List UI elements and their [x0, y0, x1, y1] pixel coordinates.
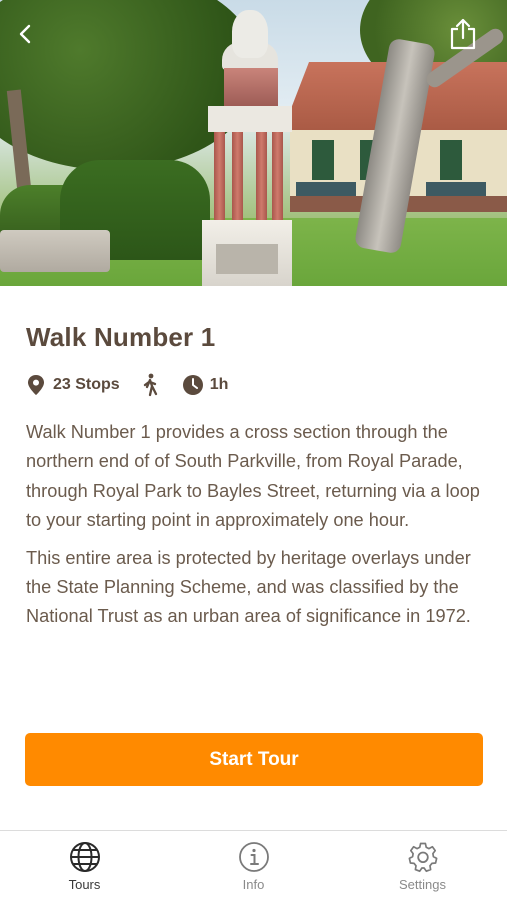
tour-description: Walk Number 1 provides a cross section t…: [26, 418, 488, 640]
stops-label: 23 Stops: [53, 376, 120, 393]
walking-mode: [140, 373, 160, 397]
tab-info-label: Info: [242, 877, 265, 892]
info-icon: [238, 842, 269, 872]
map-pin-icon: [28, 375, 44, 395]
share-icon: [450, 18, 476, 50]
duration: 1h: [182, 374, 229, 396]
chevron-left-icon: [19, 24, 31, 44]
monument-pedestal: [202, 220, 292, 286]
monument-column: [256, 132, 267, 222]
tab-info[interactable]: Info: [169, 831, 338, 901]
monument-bust: [232, 10, 268, 58]
monument-plaque: [216, 244, 278, 274]
tab-tours[interactable]: Tours: [0, 831, 169, 901]
globe-icon: [69, 842, 100, 872]
description-paragraph: This entire area is protected by heritag…: [26, 547, 471, 627]
tab-tours-label: Tours: [68, 877, 101, 892]
tab-settings-label: Settings: [399, 877, 446, 892]
back-button[interactable]: [6, 14, 46, 54]
building-door: [312, 140, 334, 180]
description-paragraph: Walk Number 1 provides a cross section t…: [26, 422, 480, 531]
monument: [200, 10, 294, 286]
bench: [296, 182, 356, 196]
monument-column: [232, 132, 243, 222]
monument-column: [272, 132, 283, 222]
monument-plinth: [224, 68, 278, 108]
stone-wall: [0, 230, 110, 272]
tour-meta: 23 Stops 1h: [26, 370, 228, 400]
building-door: [440, 140, 462, 180]
gear-icon: [408, 842, 437, 873]
stops-count: 23 Stops: [26, 374, 120, 396]
tour-title: Walk Number 1: [26, 322, 216, 352]
hero-image: [0, 0, 507, 286]
duration-label: 1h: [209, 376, 229, 393]
tab-settings[interactable]: Settings: [338, 831, 507, 901]
description-fade: [0, 640, 507, 690]
bench: [426, 182, 486, 196]
monument-cap: [208, 106, 292, 132]
share-button[interactable]: [443, 14, 483, 54]
start-tour-button[interactable]: Start Tour: [25, 733, 483, 786]
monument-column: [214, 132, 225, 222]
clock-icon: [182, 375, 203, 395]
walking-person-icon: [143, 373, 157, 397]
tab-bar: Tours Info Settings: [0, 830, 507, 901]
